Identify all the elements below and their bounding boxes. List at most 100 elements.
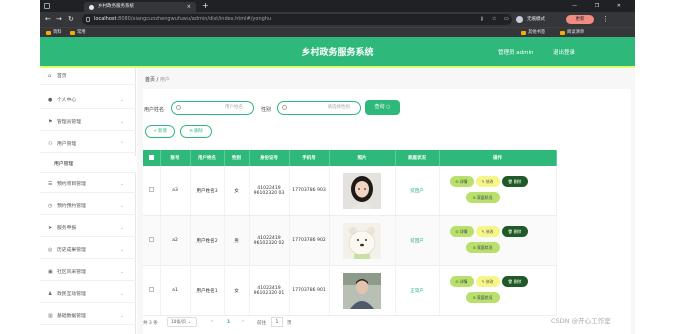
column-header[interactable]: 用户姓名 — [190, 150, 225, 166]
breadcrumb-home[interactable]: 首页 — [145, 77, 155, 83]
row-checkbox[interactable] — [148, 287, 154, 292]
sidebar: ⌂ 首页 ● 个人中心 ⌄ ⚑ 管理员管理 ⌄ ⚇ 用户管理 ⌃ 用户管理 ☰ … — [40, 68, 136, 334]
address-bar[interactable]: localhost:8080/xiangcunzhengwufuwu/admin… — [82, 14, 512, 25]
select-all-checkbox[interactable] — [148, 154, 154, 160]
sidebar-item-users[interactable]: ⚇ 用户管理 ⌃ — [40, 136, 136, 153]
detail-button[interactable]: ⊙ 详情 — [449, 176, 474, 187]
cell-ops: ⊙ 详情 ✎ 修改 🗑 删除 ⊙ 家庭状况 — [439, 265, 557, 316]
forward-icon[interactable]: → — [56, 15, 62, 24]
window-controls[interactable]: — ❐ ✕ — [572, 0, 629, 12]
table-row: a1 用户姓名1 女 41022419 96102320 01 17703786… — [143, 265, 557, 316]
goto-page-input[interactable]: 1 — [271, 317, 283, 327]
back-icon[interactable]: ← — [45, 15, 51, 24]
sidebar-item-appointment-projects[interactable]: ☰ 预约项目管理 ⌄ — [40, 176, 136, 193]
sidebar-item-label: 服务申报 — [57, 226, 77, 231]
sidebar-item-home[interactable]: ⌂ 首页 — [40, 68, 136, 85]
sidebar-item-admins[interactable]: ⚑ 管理员管理 ⌄ — [40, 114, 136, 131]
incognito-label[interactable]: 无痕模式 — [527, 15, 545, 24]
cell-photo — [329, 215, 396, 266]
chevron-up-icon: ⌃ — [119, 141, 124, 147]
sidebar-subitem-users[interactable]: 用户管理 — [40, 156, 136, 173]
delete-icon: ⊖ — [189, 129, 193, 134]
cell-family-status: 贫困户 — [395, 166, 440, 216]
family-status-button[interactable]: ⊙ 家庭状况 — [465, 192, 500, 203]
table-row: a2 用户姓名2 男 41022419 96102320 02 17703786… — [143, 215, 557, 266]
url-path: :8080/xiangcunzhengwufuwu/admin/dist/ind… — [116, 16, 272, 22]
add-button[interactable]: + 新增 — [145, 125, 175, 138]
column-header[interactable]: 照片 — [329, 150, 396, 166]
chevron-down-icon: ⌄ — [119, 269, 124, 275]
batch-delete-label: 删除 — [194, 129, 203, 134]
column-header[interactable]: 手机号 — [289, 150, 330, 166]
url-host: localhost — [94, 16, 117, 22]
column-header[interactable]: 身份证号 — [249, 150, 290, 166]
delete-button[interactable]: 🗑 删除 — [501, 226, 528, 237]
detail-label: 详情 — [459, 279, 468, 284]
name-search-input[interactable]: 用户姓名 — [171, 101, 254, 115]
page-size-select[interactable]: 10条/页 ⌄ — [167, 317, 197, 327]
prev-page-button[interactable]: ‹ — [211, 319, 213, 324]
cell-account: a3 — [160, 166, 191, 216]
edit-button[interactable]: ✎ 修改 — [475, 176, 500, 187]
family-status-button[interactable]: ⊙ 家庭状况 — [465, 292, 500, 303]
sidebar-item-label: 基础数据管理 — [57, 314, 86, 319]
column-header[interactable]: 性别 — [224, 150, 250, 166]
detail-label: 详情 — [459, 179, 468, 184]
cell-ops: ⊙ 详情 ✎ 修改 🗑 删除 ⊙ 家庭状况 — [439, 215, 557, 266]
reload-icon[interactable]: ↻ — [68, 15, 74, 24]
edit-label: 修改 — [485, 179, 494, 184]
user-icon: ● — [48, 97, 53, 103]
edit-label: 修改 — [485, 229, 494, 234]
extension-icon[interactable]: ▭ — [504, 15, 509, 24]
sidebar-item-profile[interactable]: ● 个人中心 ⌄ — [40, 92, 136, 109]
cell-account: a2 — [160, 215, 191, 266]
new-tab-button[interactable]: + — [202, 1, 209, 11]
chevron-down-icon: ⌄ — [119, 291, 124, 297]
cell-account: a1 — [160, 265, 191, 316]
profile-avatar[interactable] — [516, 16, 523, 23]
browser-tab-title: 乡村政务服务系统 — [98, 4, 134, 9]
sidebar-item-community[interactable]: ▣ 社区风采管理 ⌄ — [40, 264, 136, 281]
update-button[interactable]: 更新 — [566, 15, 594, 24]
tab-close-icon[interactable]: × — [187, 2, 191, 12]
delete-button[interactable]: 🗑 删除 — [501, 176, 528, 187]
cell-name: 用户姓名1 — [190, 265, 225, 316]
sidebar-item-interaction[interactable]: ♟ 政民互动管理 ⌄ — [40, 286, 136, 303]
column-header[interactable]: 账号 — [160, 150, 191, 166]
cell-name: 用户姓名2 — [190, 215, 225, 266]
edit-button[interactable]: ✎ 修改 — [475, 276, 500, 287]
next-page-button[interactable]: › — [242, 319, 244, 324]
chevron-down-icon: ⌄ — [119, 313, 124, 319]
detail-button[interactable]: ⊙ 详情 — [449, 226, 474, 237]
query-button[interactable]: 查询 ○ — [365, 100, 400, 115]
chevron-down-icon: ⌄ — [119, 225, 124, 231]
key-icon[interactable]: ⚷ — [480, 15, 484, 24]
sidebar-item-base-data[interactable]: ▥ 基础数据管理 ⌄ — [40, 308, 136, 325]
tab-search-icon[interactable] — [44, 3, 50, 9]
family-status-button[interactable]: ⊙ 家庭状况 — [465, 242, 500, 253]
gender-select[interactable]: 请选择性别 — [277, 101, 361, 115]
row-checkbox-cell — [143, 265, 161, 316]
row-checkbox-cell — [143, 215, 161, 266]
page-number[interactable]: 1 — [227, 320, 230, 325]
sidebar-item-appointments[interactable]: ◷ 预约预约管理 ⌄ — [40, 198, 136, 215]
row-checkbox[interactable] — [148, 187, 154, 192]
cell-gender: 女 — [224, 166, 250, 216]
batch-delete-button[interactable]: ⊖ 删除 — [180, 125, 212, 138]
detail-button[interactable]: ⊙ 详情 — [449, 276, 474, 287]
cell-gender: 男 — [224, 215, 250, 266]
sidebar-item-history[interactable]: ◎ 历史成果管理 ⌄ — [40, 242, 136, 259]
browser-tab[interactable]: 乡村政务服务系统 × — [84, 2, 196, 12]
column-header[interactable]: 家庭状况 — [395, 150, 440, 166]
gender-select-placeholder: 请选择性别 — [327, 105, 351, 110]
sidebar-item-service-declare[interactable]: ➤ 服务申报 ⌄ — [40, 220, 136, 237]
delete-button[interactable]: 🗑 删除 — [501, 276, 528, 287]
row-checkbox[interactable] — [148, 237, 154, 242]
edit-button[interactable]: ✎ 修改 — [475, 226, 500, 237]
menu-icon[interactable]: ⋮ — [602, 15, 609, 24]
favicon-icon — [89, 5, 94, 10]
family-status-label: 家庭状况 — [477, 195, 493, 200]
edit-label: 修改 — [485, 279, 494, 284]
photo-bear — [343, 222, 381, 259]
star-icon[interactable]: ☆ — [492, 15, 496, 24]
